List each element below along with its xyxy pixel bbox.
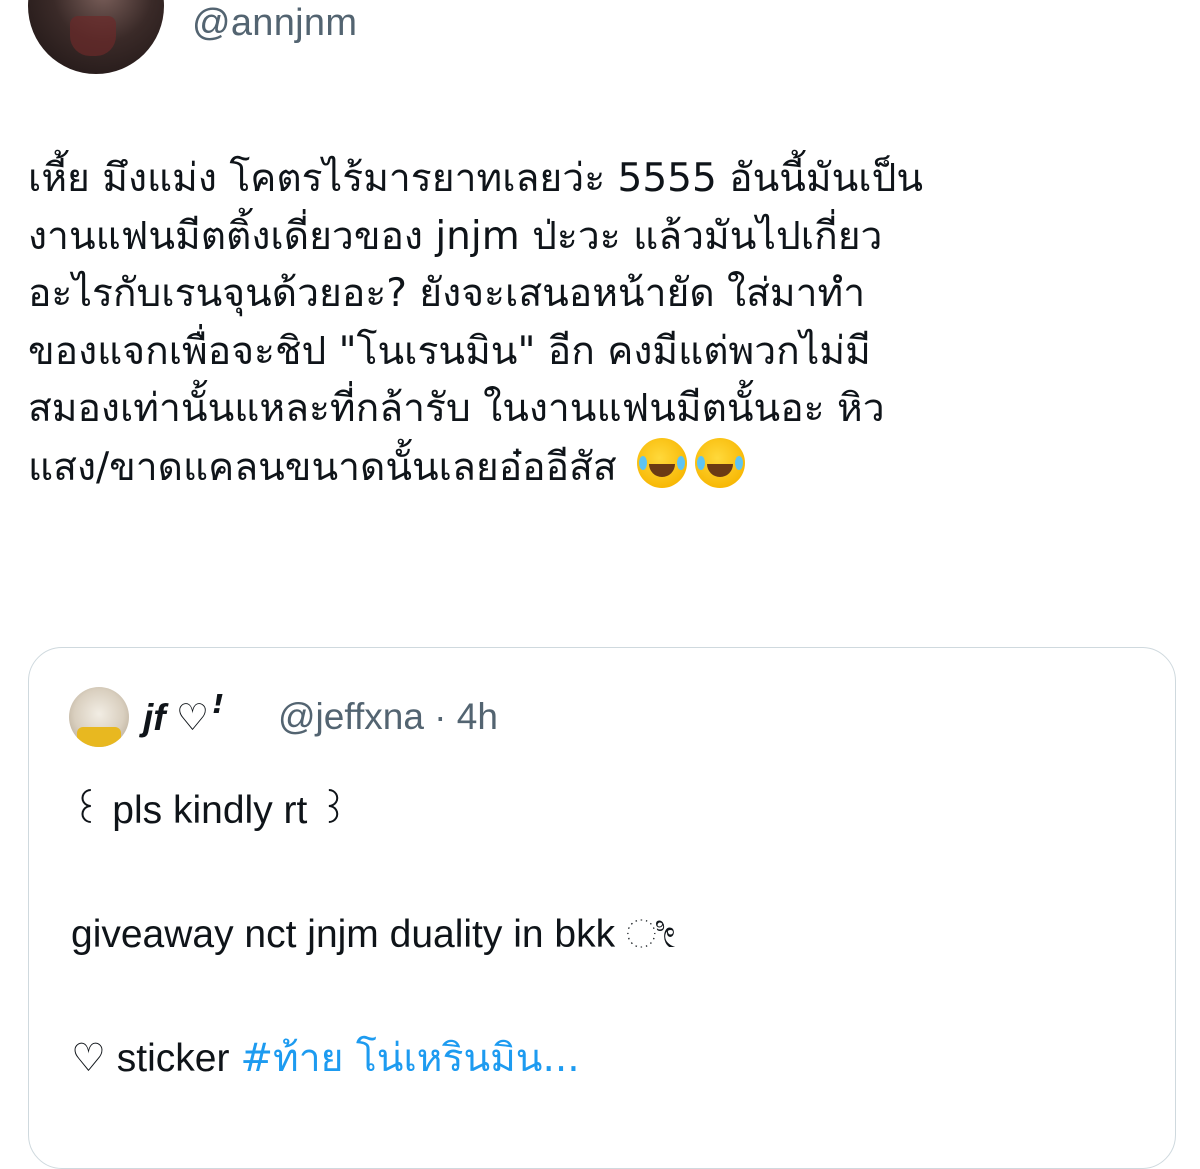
quoted-line-prefix: ♡ sticker — [71, 1037, 241, 1080]
tweet-line: เหี้ย มึงแม่ง โคตรไร้มารยาทเลยว่ะ 5555 อ… — [28, 156, 924, 201]
quoted-tweet-text: ꒰ pls kindly rt ꒱ giveaway nct jnjm dual… — [71, 780, 1151, 1090]
author-handle[interactable]: @annjnm — [192, 2, 357, 45]
laughing-emoji-icon — [637, 437, 688, 488]
quoted-author-handle-time[interactable]: @jeffxna · 4h — [278, 696, 498, 738]
tweet-text: เหี้ย มึงแม่ง โคตรไร้มารยาทเลยว่ะ 5555 อ… — [28, 150, 1178, 496]
quoted-tweet-card[interactable]: jf ♡ꜝ @jeffxna · 4h ꒰ pls kindly rt ꒱ gi… — [28, 647, 1176, 1169]
tweet-line: อะไรกับเรนจุนด้วยอะ? ยังจะเสนอหน้ายัด ใส… — [28, 271, 866, 316]
quoted-author-avatar[interactable] — [69, 687, 129, 747]
quoted-line: giveaway nct jnjm duality in bkk ೀ — [71, 913, 676, 956]
laughing-emoji-icon — [695, 437, 746, 488]
quoted-author-name[interactable]: jf ♡ꜝ — [143, 696, 221, 739]
tweet-line: ของแจกเพื่อจะชิป "โนเรนมิน" อีก คงมีแต่พ… — [28, 328, 871, 374]
quoted-line: ꒰ pls kindly rt ꒱ — [71, 789, 349, 832]
tweet-line: สมองเท่านั้นแหละที่กล้ารับ ในงานแฟนมีตนั… — [28, 386, 885, 431]
tweet-line-last: แสง/ขาดแคลนขนาดนั้นเลยอ๋ออีสัส — [28, 437, 1178, 497]
hashtag-link[interactable]: #ท้าย โน่เหรินมิน... — [240, 1036, 579, 1081]
quoted-line-hashtag: ♡ sticker #ท้าย โน่เหรินมิน... — [71, 1028, 1151, 1090]
tweet-line-text: แสง/ขาดแคลนขนาดนั้นเลยอ๋ออีสัส — [28, 444, 617, 490]
tweet-line: งานแฟนมีตติ้งเดี่ยวของ jnjm ป่ะวะ แล้วมั… — [28, 213, 883, 259]
author-avatar[interactable] — [28, 0, 164, 74]
